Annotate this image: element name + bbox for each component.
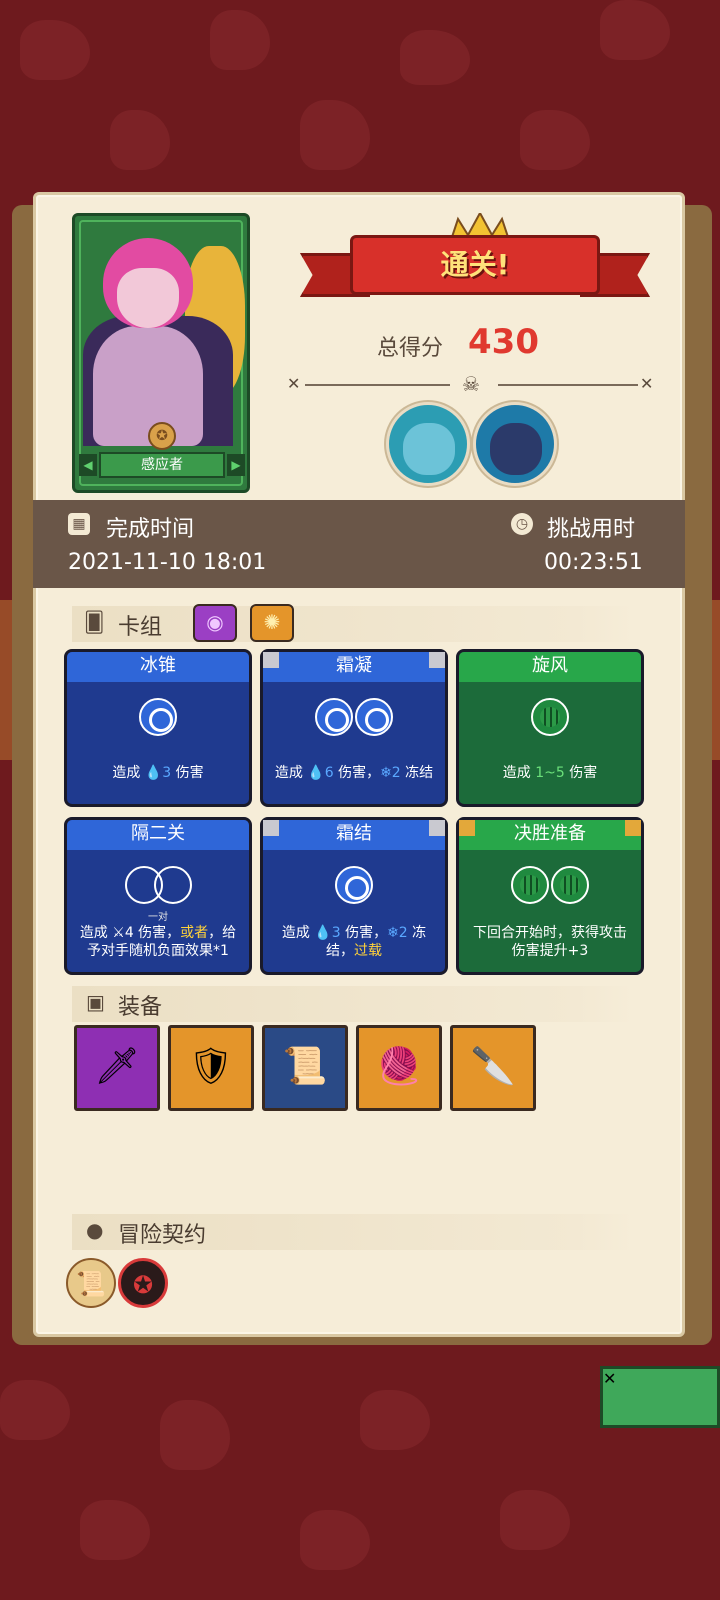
card-title: 决胜准备 — [459, 820, 641, 850]
card-frost-knot[interactable]: 霜结 造成 💧3 伤害，❄2 冻结，过载 — [260, 817, 448, 975]
shield-icon: 🛡 — [188, 1046, 234, 1087]
contract-title: 冒险契约 — [118, 1223, 207, 1248]
card-title: 霜结 — [263, 820, 445, 850]
card-sublabel: 一对 — [148, 912, 168, 923]
card-corner — [625, 820, 641, 836]
water-orb-icon — [315, 698, 353, 736]
nature-orb-icon — [551, 866, 589, 904]
card-corner — [429, 820, 445, 836]
crossed-swords-icon: ✕ — [640, 374, 654, 393]
card-description: 造成 ⚔4 伤害，或者，给予对手随机负面效果*1 — [79, 925, 237, 959]
card-corner — [429, 652, 445, 668]
defeated-boss-2[interactable] — [473, 402, 557, 486]
score-value: 430 — [468, 322, 539, 362]
calendar-icon: ▦ — [68, 513, 90, 535]
hero-portrait[interactable]: ✪ ◀ 感应者 ▶ — [72, 213, 250, 493]
contract-seal-icon[interactable]: ✪ — [118, 1258, 168, 1308]
card-description: 造成 💧6 伤害，❄2 冻结 — [274, 765, 434, 781]
next-arrow-icon: ▶ — [227, 454, 245, 476]
card-cost — [67, 866, 249, 904]
cards-icon: 🂠 — [84, 610, 105, 634]
card-title: 旋风 — [459, 652, 641, 682]
card-ice-cone[interactable]: 冰锥 造成 💧3 伤害 — [64, 649, 252, 807]
card-corner — [459, 820, 475, 836]
card-description: 造成 💧3 伤害 — [112, 765, 204, 781]
close-icon[interactable]: ✕ — [600, 1366, 720, 1428]
card-description: 造成 1~5 伤害 — [502, 765, 598, 781]
card-two-levels-apart[interactable]: 隔二关 一对 造成 ⚔4 伤害，或者，给予对手随机负面效果*1 — [64, 817, 252, 975]
hero-name: 感应者 — [99, 452, 225, 478]
card-corner — [263, 652, 279, 668]
dagger-icon: 🗡 — [94, 1046, 140, 1087]
duration-value: 00:23:51 — [544, 550, 643, 575]
stopwatch-icon: ◷ — [511, 513, 533, 535]
skull-icon: ☠ — [462, 372, 480, 396]
saw-blade-icon: 🔪 — [470, 1046, 516, 1087]
defeated-boss-1[interactable] — [386, 402, 470, 486]
nature-orb-icon — [511, 866, 549, 904]
victory-ribbon: 通关! — [300, 213, 650, 315]
water-orb-icon — [355, 698, 393, 736]
empty-orb-icon — [153, 866, 192, 904]
card-description: 造成 💧3 伤害，❄2 冻结，过载 — [281, 925, 427, 959]
card-cost — [67, 698, 249, 736]
sweater-icon: 🧶 — [376, 1046, 422, 1087]
divider-left — [305, 384, 450, 386]
card-cost — [263, 698, 445, 736]
box-icon: ▣ — [86, 990, 105, 1014]
card-whirlwind[interactable]: 旋风 造成 1~5 伤害 — [456, 649, 644, 807]
duration-label: 挑战用时 — [547, 517, 636, 542]
card-corner — [263, 820, 279, 836]
nature-orb-icon — [531, 698, 569, 736]
person-icon: ● — [86, 1218, 104, 1242]
equip-dagger[interactable]: 🗡 — [74, 1025, 160, 1111]
card-title: 霜凝 — [263, 652, 445, 682]
card-final-preparation[interactable]: 决胜准备 下回合开始时，获得攻击伤害提升+3 — [456, 817, 644, 975]
score-label: 总得分 — [377, 336, 444, 361]
prev-arrow-icon: ◀ — [79, 454, 97, 476]
equipment-title: 装备 — [118, 995, 163, 1020]
equip-sweater[interactable]: 🧶 — [356, 1025, 442, 1111]
hero-emblem-icon: ✪ — [148, 422, 176, 450]
card-title: 隔二关 — [67, 820, 249, 850]
water-orb-icon — [139, 698, 177, 736]
finish-time-value: 2021-11-10 18:01 — [68, 550, 267, 575]
hero-body — [93, 326, 203, 446]
card-description: 下回合开始时，获得攻击伤害提升+3 — [473, 925, 627, 959]
crossed-swords-icon: ✕ — [287, 374, 301, 393]
scroll-icon: 📜 — [282, 1046, 328, 1087]
finish-time-label: 完成时间 — [106, 517, 195, 542]
divider-right — [498, 384, 638, 386]
victory-title: 通关! — [440, 248, 510, 281]
water-orb-icon — [335, 866, 373, 904]
equip-shield[interactable]: 🛡 — [168, 1025, 254, 1111]
deck-tag-purple-eye-icon[interactable]: ◉ — [193, 604, 237, 642]
card-cost — [263, 866, 445, 904]
deck-title: 卡组 — [118, 615, 163, 640]
hero-face — [117, 268, 179, 328]
contract-scroll-icon[interactable]: 📜 — [66, 1258, 116, 1308]
deck-tag-orange-swirl-icon[interactable]: ✺ — [250, 604, 294, 642]
equip-scroll[interactable]: 📜 — [262, 1025, 348, 1111]
card-cost — [459, 866, 641, 904]
equip-saw-blade[interactable]: 🔪 — [450, 1025, 536, 1111]
card-title: 冰锥 — [67, 652, 249, 682]
card-cost — [459, 698, 641, 736]
card-frost-condense[interactable]: 霜凝 造成 💧6 伤害，❄2 冻结 — [260, 649, 448, 807]
